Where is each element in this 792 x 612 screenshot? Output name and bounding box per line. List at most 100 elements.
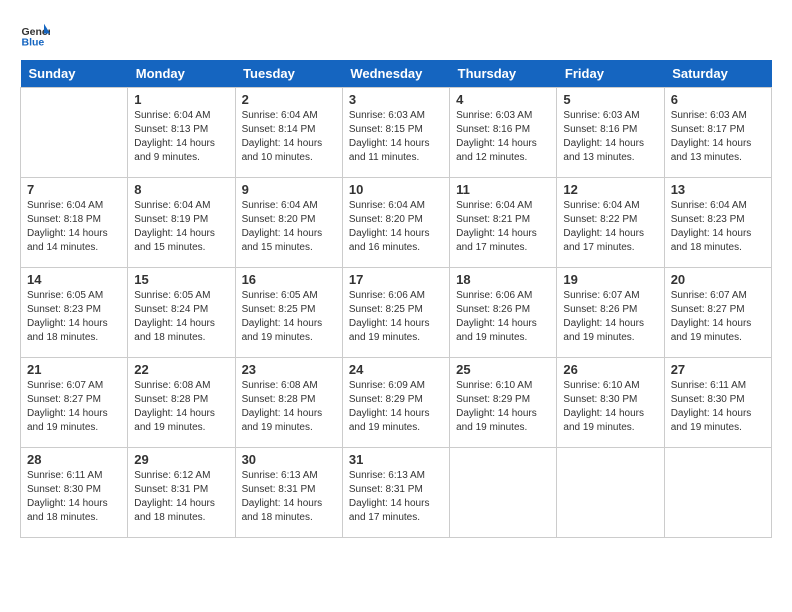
- sunrise-text: Sunrise: 6:13 AM: [349, 469, 443, 483]
- day-number: 4: [456, 92, 550, 107]
- sunset-text: Sunset: 8:22 PM: [563, 213, 657, 227]
- day-number: 10: [349, 182, 443, 197]
- calendar-cell: 5Sunrise: 6:03 AMSunset: 8:16 PMDaylight…: [557, 88, 664, 178]
- header-wednesday: Wednesday: [342, 60, 449, 88]
- daylight-text: Daylight: 14 hours and 13 minutes.: [563, 137, 657, 165]
- sunset-text: Sunset: 8:21 PM: [456, 213, 550, 227]
- calendar-cell: 16Sunrise: 6:05 AMSunset: 8:25 PMDayligh…: [235, 268, 342, 358]
- sunset-text: Sunset: 8:17 PM: [671, 123, 765, 137]
- calendar-cell: 3Sunrise: 6:03 AMSunset: 8:15 PMDaylight…: [342, 88, 449, 178]
- calendar-cell: 15 Sunrise: 6:05 AMSunset: 8:24 PMDayligh…: [128, 268, 235, 358]
- calendar-cell: 28Sunrise: 6:11 AMSunset: 8:30 PMDayligh…: [21, 448, 128, 538]
- sunset-text: Sunset: 8:31 PM: [134, 483, 228, 497]
- cell-info: Sunrise: 6:13 AMSunset: 8:31 PMDaylight:…: [349, 469, 443, 525]
- day-number: 15: [134, 272, 228, 287]
- header-tuesday: Tuesday: [235, 60, 342, 88]
- calendar-cell: 12Sunrise: 6:04 AMSunset: 8:22 PMDayligh…: [557, 178, 664, 268]
- calendar-cell: 20Sunrise: 6:07 AMSunset: 8:27 PMDayligh…: [664, 268, 771, 358]
- cell-info: Sunrise: 6:04 AMSunset: 8:13 PMDaylight:…: [134, 109, 228, 165]
- calendar-cell: 30 Sunrise: 6:13 AMSunset: 8:31 PMDayligh…: [235, 448, 342, 538]
- daylight-text: Daylight: 14 hours and 15 minutes.: [134, 227, 228, 255]
- daylight-text: Daylight: 14 hours and 18 minutes.: [27, 497, 121, 525]
- daylight-text: Daylight: 14 hours and 18 minutes.: [242, 497, 336, 525]
- sunrise-text: Sunrise: 6:04 AM: [134, 199, 228, 213]
- day-number: 7: [27, 182, 121, 197]
- day-number: 28: [27, 452, 121, 467]
- day-number: 23: [242, 362, 336, 377]
- sunrise-text: Sunrise: 6:04 AM: [134, 109, 228, 123]
- daylight-text: Daylight: 14 hours and 19 minutes.: [349, 407, 443, 435]
- cell-info: Sunrise: 6:13 AMSunset: 8:31 PMDaylight:…: [242, 469, 336, 525]
- day-number: 2: [242, 92, 336, 107]
- week-row-3: 14Sunrise: 6:05 AMSunset: 8:23 PMDayligh…: [21, 268, 772, 358]
- daylight-text: Daylight: 14 hours and 19 minutes.: [27, 407, 121, 435]
- page-header: General Blue: [20, 20, 772, 50]
- daylight-text: Daylight: 14 hours and 13 minutes.: [671, 137, 765, 165]
- sunrise-text: Sunrise: 6:13 AM: [242, 469, 336, 483]
- daylight-text: Daylight: 14 hours and 19 minutes.: [242, 317, 336, 345]
- sunrise-text: Sunrise: 6:05 AM: [134, 289, 228, 303]
- calendar-cell: 21Sunrise: 6:07 AMSunset: 8:27 PMDayligh…: [21, 358, 128, 448]
- calendar-cell: 13Sunrise: 6:04 AMSunset: 8:23 PMDayligh…: [664, 178, 771, 268]
- cell-info: Sunrise: 6:05 AMSunset: 8:24 PMDaylight:…: [134, 289, 228, 345]
- cell-info: Sunrise: 6:03 AMSunset: 8:17 PMDaylight:…: [671, 109, 765, 165]
- sunrise-text: Sunrise: 6:03 AM: [671, 109, 765, 123]
- sunrise-text: Sunrise: 6:04 AM: [671, 199, 765, 213]
- sunrise-text: Sunrise: 6:08 AM: [242, 379, 336, 393]
- header-friday: Friday: [557, 60, 664, 88]
- daylight-text: Daylight: 14 hours and 18 minutes.: [27, 317, 121, 345]
- week-row-5: 28Sunrise: 6:11 AMSunset: 8:30 PMDayligh…: [21, 448, 772, 538]
- calendar-cell: 11Sunrise: 6:04 AMSunset: 8:21 PMDayligh…: [450, 178, 557, 268]
- sunset-text: Sunset: 8:25 PM: [349, 303, 443, 317]
- sunrise-text: Sunrise: 6:06 AM: [456, 289, 550, 303]
- day-number: 30: [242, 452, 336, 467]
- cell-info: Sunrise: 6:08 AMSunset: 8:28 PMDaylight:…: [134, 379, 228, 435]
- sunset-text: Sunset: 8:15 PM: [349, 123, 443, 137]
- sunset-text: Sunset: 8:31 PM: [242, 483, 336, 497]
- day-number: 25: [456, 362, 550, 377]
- header-monday: Monday: [128, 60, 235, 88]
- sunrise-text: Sunrise: 6:04 AM: [563, 199, 657, 213]
- cell-info: Sunrise: 6:03 AMSunset: 8:16 PMDaylight:…: [456, 109, 550, 165]
- calendar-cell: 14Sunrise: 6:05 AMSunset: 8:23 PMDayligh…: [21, 268, 128, 358]
- sunset-text: Sunset: 8:20 PM: [349, 213, 443, 227]
- day-number: 29: [134, 452, 228, 467]
- cell-info: Sunrise: 6:09 AMSunset: 8:29 PMDaylight:…: [349, 379, 443, 435]
- day-number: 13: [671, 182, 765, 197]
- sunrise-text: Sunrise: 6:04 AM: [456, 199, 550, 213]
- sunset-text: Sunset: 8:13 PM: [134, 123, 228, 137]
- sunrise-text: Sunrise: 6:03 AM: [349, 109, 443, 123]
- sunset-text: Sunset: 8:27 PM: [27, 393, 121, 407]
- calendar-cell: 2 Sunrise: 6:04 AMSunset: 8:14 PMDaylight…: [235, 88, 342, 178]
- sunrise-text: Sunrise: 6:08 AM: [134, 379, 228, 393]
- sunset-text: Sunset: 8:23 PM: [671, 213, 765, 227]
- day-number: 22: [134, 362, 228, 377]
- daylight-text: Daylight: 14 hours and 19 minutes.: [349, 317, 443, 345]
- daylight-text: Daylight: 14 hours and 19 minutes.: [134, 407, 228, 435]
- sunrise-text: Sunrise: 6:11 AM: [27, 469, 121, 483]
- sunset-text: Sunset: 8:30 PM: [563, 393, 657, 407]
- day-number: 24: [349, 362, 443, 377]
- day-number: 1: [134, 92, 228, 107]
- daylight-text: Daylight: 14 hours and 17 minutes.: [349, 497, 443, 525]
- sunrise-text: Sunrise: 6:04 AM: [242, 109, 336, 123]
- daylight-text: Daylight: 14 hours and 14 minutes.: [27, 227, 121, 255]
- daylight-text: Daylight: 14 hours and 18 minutes.: [134, 317, 228, 345]
- calendar-cell: 24 Sunrise: 6:09 AMSunset: 8:29 PMDayligh…: [342, 358, 449, 448]
- cell-info: Sunrise: 6:04 AMSunset: 8:20 PMDaylight:…: [349, 199, 443, 255]
- week-row-1: 1Sunrise: 6:04 AMSunset: 8:13 PMDaylight…: [21, 88, 772, 178]
- calendar-cell: 25Sunrise: 6:10 AMSunset: 8:29 PMDayligh…: [450, 358, 557, 448]
- cell-info: Sunrise: 6:12 AMSunset: 8:31 PMDaylight:…: [134, 469, 228, 525]
- calendar-cell: 23Sunrise: 6:08 AMSunset: 8:28 PMDayligh…: [235, 358, 342, 448]
- cell-info: Sunrise: 6:04 AMSunset: 8:14 PMDaylight:…: [242, 109, 336, 165]
- sunrise-text: Sunrise: 6:05 AM: [27, 289, 121, 303]
- cell-info: Sunrise: 6:11 AMSunset: 8:30 PMDaylight:…: [671, 379, 765, 435]
- sunset-text: Sunset: 8:26 PM: [563, 303, 657, 317]
- daylight-text: Daylight: 14 hours and 9 minutes.: [134, 137, 228, 165]
- daylight-text: Daylight: 14 hours and 12 minutes.: [456, 137, 550, 165]
- calendar-cell: 4 Sunrise: 6:03 AMSunset: 8:16 PMDaylight…: [450, 88, 557, 178]
- day-number: 31: [349, 452, 443, 467]
- cell-info: Sunrise: 6:04 AMSunset: 8:20 PMDaylight:…: [242, 199, 336, 255]
- daylight-text: Daylight: 14 hours and 19 minutes.: [671, 407, 765, 435]
- daylight-text: Daylight: 14 hours and 15 minutes.: [242, 227, 336, 255]
